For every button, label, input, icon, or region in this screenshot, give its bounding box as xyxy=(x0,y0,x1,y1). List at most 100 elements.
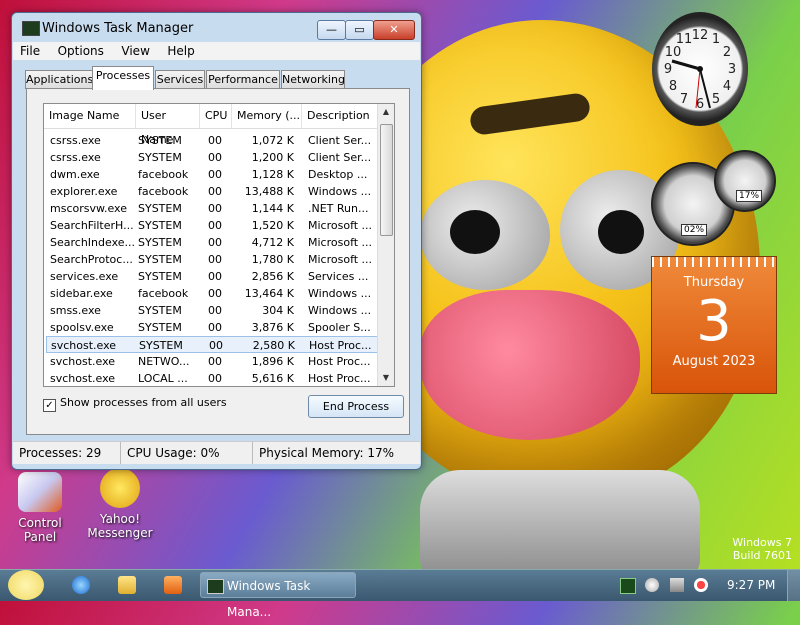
table-cell: 3,876 K xyxy=(251,321,294,334)
table-cell: 00 xyxy=(208,321,222,334)
desktop-icon-yahoo-messenger[interactable]: Yahoo! Messenger xyxy=(82,468,158,540)
menu-options[interactable]: Options xyxy=(51,42,111,60)
table-cell: 13,488 K xyxy=(244,185,294,198)
scroll-up-arrow-icon[interactable]: ▲ xyxy=(378,104,394,120)
table-row[interactable]: csrss.exe SYSTEM 00 1,200 K Client Ser... xyxy=(46,149,378,166)
table-cell: explorer.exe xyxy=(50,185,118,198)
table-cell: 4,712 K xyxy=(251,236,294,249)
taskbar-media-player-button[interactable] xyxy=(158,572,188,598)
show-all-processes-label: Show processes from all users xyxy=(60,396,227,409)
table-cell: facebook xyxy=(138,287,189,300)
table-row[interactable]: dwm.exe facebook 00 1,128 K Desktop ... xyxy=(46,166,378,183)
taskbar-explorer-button[interactable] xyxy=(112,572,142,598)
close-button[interactable]: ✕ xyxy=(373,20,415,40)
menu-help[interactable]: Help xyxy=(160,42,201,60)
clock-num: 8 xyxy=(669,79,677,94)
table-row[interactable]: SearchFilterH... SYSTEM 00 1,520 K Microsoft… xyxy=(46,217,378,234)
table-cell: Desktop ... xyxy=(308,168,368,181)
tray-messenger-icon[interactable] xyxy=(645,578,659,592)
tray-performance-icon[interactable] xyxy=(620,578,636,594)
column-header-user-name[interactable]: User Name xyxy=(136,104,200,146)
show-all-processes-checkbox[interactable]: ✓ Show processes from all users xyxy=(43,396,227,412)
table-row[interactable]: services.exe SYSTEM 00 2,856 K Services ... xyxy=(46,268,378,285)
scroll-down-arrow-icon[interactable]: ▼ xyxy=(378,370,394,386)
table-row[interactable]: smss.exe SYSTEM 00 304 K Windows ... xyxy=(46,302,378,319)
table-cell: 1,780 K xyxy=(251,253,294,266)
title-bar[interactable]: Windows Task Manager — ▭ ✕ xyxy=(12,13,421,43)
folder-icon xyxy=(118,576,136,594)
column-headers: Image Name User Name CPU Memory (... Des… xyxy=(44,104,378,146)
calendar-gadget[interactable]: Thursday 3 August 2023 xyxy=(651,256,777,394)
menu-file[interactable]: File xyxy=(13,42,47,60)
memory-meter-gadget[interactable]: 17% xyxy=(714,150,776,212)
vertical-scrollbar[interactable]: ▲ ▼ xyxy=(377,104,394,386)
watermark-line2: Build 7601 xyxy=(732,549,792,562)
watermark-line1: Windows 7 xyxy=(732,536,792,549)
table-row[interactable]: sidebar.exe facebook 00 13,464 K Windows ... xyxy=(46,285,378,302)
media-player-icon xyxy=(164,576,182,594)
table-cell: SYSTEM xyxy=(138,219,182,232)
table-row[interactable]: svchost.exe SYSTEM 00 2,580 K Host Proc... xyxy=(46,336,378,353)
table-cell: facebook xyxy=(138,168,189,181)
column-header-description[interactable]: Description xyxy=(302,104,378,128)
column-header-memory[interactable]: Memory (... xyxy=(232,104,302,128)
minimize-button[interactable]: — xyxy=(317,20,346,40)
clock-num: 1 xyxy=(712,32,720,47)
table-cell: SYSTEM xyxy=(138,236,182,249)
status-cpu-usage: CPU Usage: 0% xyxy=(121,442,253,464)
column-header-cpu[interactable]: CPU xyxy=(200,104,232,128)
table-cell: 304 K xyxy=(262,304,294,317)
table-cell: 00 xyxy=(208,151,222,164)
taskbar-ie-button[interactable] xyxy=(66,572,96,598)
table-cell: Windows ... xyxy=(308,185,372,198)
table-cell: 00 xyxy=(208,236,222,249)
status-processes: Processes: 29 xyxy=(13,442,121,464)
table-cell: SearchIndexe... xyxy=(50,236,135,249)
smiley-eye-left xyxy=(420,180,550,290)
table-row[interactable]: spoolsv.exe SYSTEM 00 3,876 K Spooler S... xyxy=(46,319,378,336)
tray-volume-muted-icon[interactable] xyxy=(694,578,708,592)
memory-meter-value: 17% xyxy=(736,190,763,202)
task-manager-window[interactable]: Windows Task Manager — ▭ ✕ File Options … xyxy=(11,12,422,470)
table-row[interactable]: SearchIndexe... SYSTEM 00 4,712 K Microsoft … xyxy=(46,234,378,251)
table-row[interactable]: explorer.exe facebook 00 13,488 K Windows ..… xyxy=(46,183,378,200)
desktop-icon-control-panel[interactable]: Control Panel xyxy=(2,472,78,544)
table-row[interactable]: SearchProtoc... SYSTEM 00 1,780 K Microsoft … xyxy=(46,251,378,268)
calendar-day: Thursday xyxy=(683,275,745,290)
tab-processes[interactable]: Processes xyxy=(92,66,154,90)
control-panel-icon xyxy=(18,472,62,512)
internet-explorer-icon xyxy=(72,576,90,594)
scrollbar-thumb[interactable] xyxy=(380,124,393,236)
table-cell: SearchProtoc... xyxy=(50,253,133,266)
taskbar-clock[interactable]: 9:27 PM xyxy=(727,570,775,601)
clock-num: 2 xyxy=(723,45,731,60)
tab-networking[interactable]: Networking xyxy=(281,70,345,89)
end-process-button[interactable]: End Process xyxy=(308,395,404,418)
table-cell: NETWO... xyxy=(138,355,190,368)
table-row[interactable]: csrss.exe SYSTEM 00 1,072 K Client Ser... xyxy=(46,132,378,149)
table-row[interactable]: mscorsvw.exe SYSTEM 00 1,144 K .NET Run... xyxy=(46,200,378,217)
tab-applications[interactable]: Applications xyxy=(25,70,93,89)
table-cell: mscorsvw.exe xyxy=(50,202,127,215)
show-desktop-button[interactable] xyxy=(787,570,800,601)
maximize-button[interactable]: ▭ xyxy=(345,20,374,40)
tray-network-icon[interactable] xyxy=(670,578,684,592)
table-cell: 00 xyxy=(208,372,222,385)
tab-performance[interactable]: Performance xyxy=(206,70,280,89)
windows-build-watermark: Windows 7 Build 7601 xyxy=(732,536,792,562)
clock-gadget[interactable]: 12 1 2 3 4 5 6 7 8 9 10 11 xyxy=(652,12,748,126)
clock-num: 11 xyxy=(676,32,693,47)
process-list[interactable]: Image Name User Name CPU Memory (... Des… xyxy=(43,103,395,387)
taskbar-task-manager-item[interactable]: Windows Task Mana... xyxy=(200,572,356,619)
start-button[interactable] xyxy=(8,570,44,600)
table-cell: Client Ser... xyxy=(308,151,372,164)
tab-services[interactable]: Services xyxy=(155,70,205,89)
table-row[interactable]: svchost.exe LOCAL ... 00 5,616 K Host Proc..… xyxy=(46,370,378,386)
table-row[interactable]: svchost.exe NETWO... 00 1,896 K Host Proc... xyxy=(46,353,378,370)
clock-num: 3 xyxy=(728,62,736,77)
menu-view[interactable]: View xyxy=(114,42,156,60)
checkbox-check-icon[interactable]: ✓ xyxy=(43,399,56,412)
clock-num: 12 xyxy=(692,28,709,43)
table-cell: SYSTEM xyxy=(139,339,183,352)
column-header-image-name[interactable]: Image Name xyxy=(44,104,136,128)
